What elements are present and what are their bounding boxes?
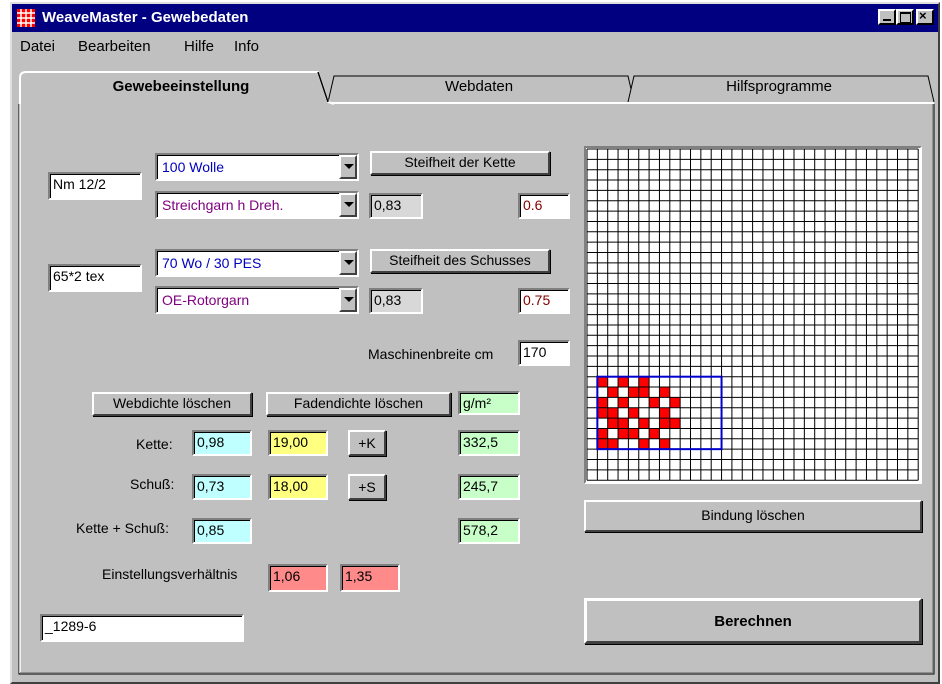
machine-width-label: Maschinenbreite cm bbox=[368, 346, 494, 362]
weave-cell-filled[interactable] bbox=[649, 397, 660, 408]
weave-cell-filled[interactable] bbox=[618, 376, 629, 388]
weft-count-field[interactable]: 65*2 tex bbox=[48, 264, 142, 292]
weft-yarn-type-select[interactable]: OE-Rotorgarn bbox=[155, 286, 359, 314]
weft-density-field[interactable]: 18,00 bbox=[268, 474, 328, 500]
maximize-icon[interactable] bbox=[896, 9, 914, 25]
code-field[interactable]: _1289-6 bbox=[40, 614, 244, 642]
ratio-value-2: 1,35 bbox=[340, 564, 400, 592]
weave-grid-panel[interactable] bbox=[584, 146, 922, 484]
weave-cell-filled[interactable] bbox=[669, 397, 681, 408]
weave-cell-filled[interactable] bbox=[597, 376, 608, 388]
menu-hilfe[interactable]: Hilfe bbox=[184, 38, 214, 55]
warp-material-select[interactable]: 100 Wolle bbox=[155, 153, 359, 181]
chevron-down-icon[interactable] bbox=[339, 193, 357, 217]
weave-cell-filled[interactable] bbox=[638, 418, 650, 429]
menu-bearbeiten[interactable]: Bearbeiten bbox=[78, 38, 151, 55]
unit-label: g/m² bbox=[458, 391, 520, 415]
weave-grid[interactable] bbox=[586, 148, 920, 482]
chevron-down-icon[interactable] bbox=[339, 288, 357, 312]
minimize-icon[interactable] bbox=[878, 9, 896, 25]
weave-cell-filled[interactable] bbox=[669, 418, 681, 429]
weft-yarn-type-value: OE-Rotorgarn bbox=[162, 292, 250, 308]
weave-cell-filled[interactable] bbox=[618, 397, 629, 408]
clear-thread-density-button[interactable]: Fadendichte löschen bbox=[266, 392, 451, 416]
weave-cell-filled[interactable] bbox=[638, 438, 650, 450]
total-cover-field[interactable]: 0,85 bbox=[192, 518, 252, 544]
warp-count-field[interactable]: Nm 12/2 bbox=[48, 172, 142, 200]
weave-cell-filled[interactable] bbox=[597, 428, 608, 439]
ratio-value-1: 1,06 bbox=[268, 564, 328, 592]
warp-stiffness-button[interactable]: Steifheit der Kette bbox=[370, 151, 550, 175]
total-weight-field: 578,2 bbox=[458, 518, 520, 544]
warp-value-field[interactable]: 0.6 bbox=[518, 193, 570, 219]
menu-info[interactable]: Info bbox=[234, 38, 259, 55]
menu-bar: Datei Bearbeiten Hilfe Info bbox=[12, 34, 938, 60]
clear-binding-button[interactable]: Bindung löschen bbox=[584, 500, 922, 532]
weave-cell-filled[interactable] bbox=[638, 376, 650, 388]
weft-factor-field: 0,83 bbox=[369, 288, 423, 314]
warp-factor-field: 0,83 bbox=[369, 193, 423, 219]
weft-weight-field: 245,7 bbox=[458, 474, 520, 500]
plus-s-button[interactable]: +S bbox=[348, 474, 386, 500]
weft-cover-field[interactable]: 0,73 bbox=[192, 474, 252, 500]
tab-webdaten[interactable]: Webdaten bbox=[334, 78, 624, 95]
weft-value-field[interactable]: 0.75 bbox=[518, 288, 570, 314]
weave-cell-filled[interactable] bbox=[618, 428, 629, 439]
weave-cell-filled[interactable] bbox=[607, 407, 619, 419]
warp-yarn-type-value: Streichgarn h Dreh. bbox=[162, 197, 284, 213]
weave-cell-filled[interactable] bbox=[597, 407, 608, 419]
weave-cell-filled[interactable] bbox=[659, 387, 670, 398]
weave-cell-filled[interactable] bbox=[607, 418, 619, 429]
weave-cell-filled[interactable] bbox=[618, 418, 629, 429]
warp-material-value: 100 Wolle bbox=[162, 159, 225, 175]
weave-cell-filled[interactable] bbox=[659, 438, 670, 450]
weave-cell-filled[interactable] bbox=[659, 418, 670, 429]
calculate-button[interactable]: Berechnen bbox=[584, 598, 922, 644]
weft-material-select[interactable]: 70 Wo / 30 PES bbox=[155, 249, 359, 277]
menu-datei[interactable]: Datei bbox=[20, 38, 55, 55]
weave-cell-filled[interactable] bbox=[597, 438, 608, 450]
row-label-kette-schuss: Kette + Schuß: bbox=[76, 520, 169, 536]
weave-cell-filled[interactable] bbox=[607, 387, 619, 398]
warp-cover-field[interactable]: 0,98 bbox=[192, 430, 252, 456]
warp-yarn-type-select[interactable]: Streichgarn h Dreh. bbox=[155, 191, 359, 219]
clear-weave-density-button[interactable]: Webdichte löschen bbox=[92, 392, 252, 416]
machine-width-field[interactable]: 170 bbox=[518, 340, 570, 366]
weave-cell-filled[interactable] bbox=[607, 438, 619, 450]
weft-material-value: 70 Wo / 30 PES bbox=[162, 255, 262, 271]
weave-cell-filled[interactable] bbox=[638, 387, 650, 398]
plus-k-button[interactable]: +K bbox=[348, 430, 386, 456]
weave-cell-filled[interactable] bbox=[659, 407, 670, 419]
row-label-schuss: Schuß: bbox=[130, 476, 175, 492]
weave-cell-filled[interactable] bbox=[597, 397, 608, 408]
row-label-kette: Kette: bbox=[136, 436, 173, 452]
chevron-down-icon[interactable] bbox=[339, 155, 357, 179]
app-logo-icon bbox=[17, 9, 35, 27]
weave-cell-filled[interactable] bbox=[628, 428, 639, 439]
title-bar[interactable]: WeaveMaster - Gewebedaten × bbox=[12, 4, 938, 32]
chevron-down-icon[interactable] bbox=[339, 251, 357, 275]
tab-gewebeeinstellung[interactable]: Gewebeeinstellung bbox=[36, 78, 326, 95]
weave-cell-filled[interactable] bbox=[628, 387, 639, 398]
warp-density-field[interactable]: 19,00 bbox=[268, 430, 328, 456]
window-title: WeaveMaster - Gewebedaten bbox=[42, 9, 249, 26]
ratio-label: Einstellungsverhältnis bbox=[102, 566, 238, 582]
warp-weight-field: 332,5 bbox=[458, 430, 520, 456]
close-icon[interactable]: × bbox=[916, 8, 934, 25]
weft-stiffness-button[interactable]: Steifheit des Schusses bbox=[370, 249, 550, 273]
tab-hilfsprogramme[interactable]: Hilfsprogramme bbox=[634, 78, 924, 95]
weave-cell-filled[interactable] bbox=[649, 428, 660, 439]
weave-cell-filled[interactable] bbox=[628, 407, 639, 419]
